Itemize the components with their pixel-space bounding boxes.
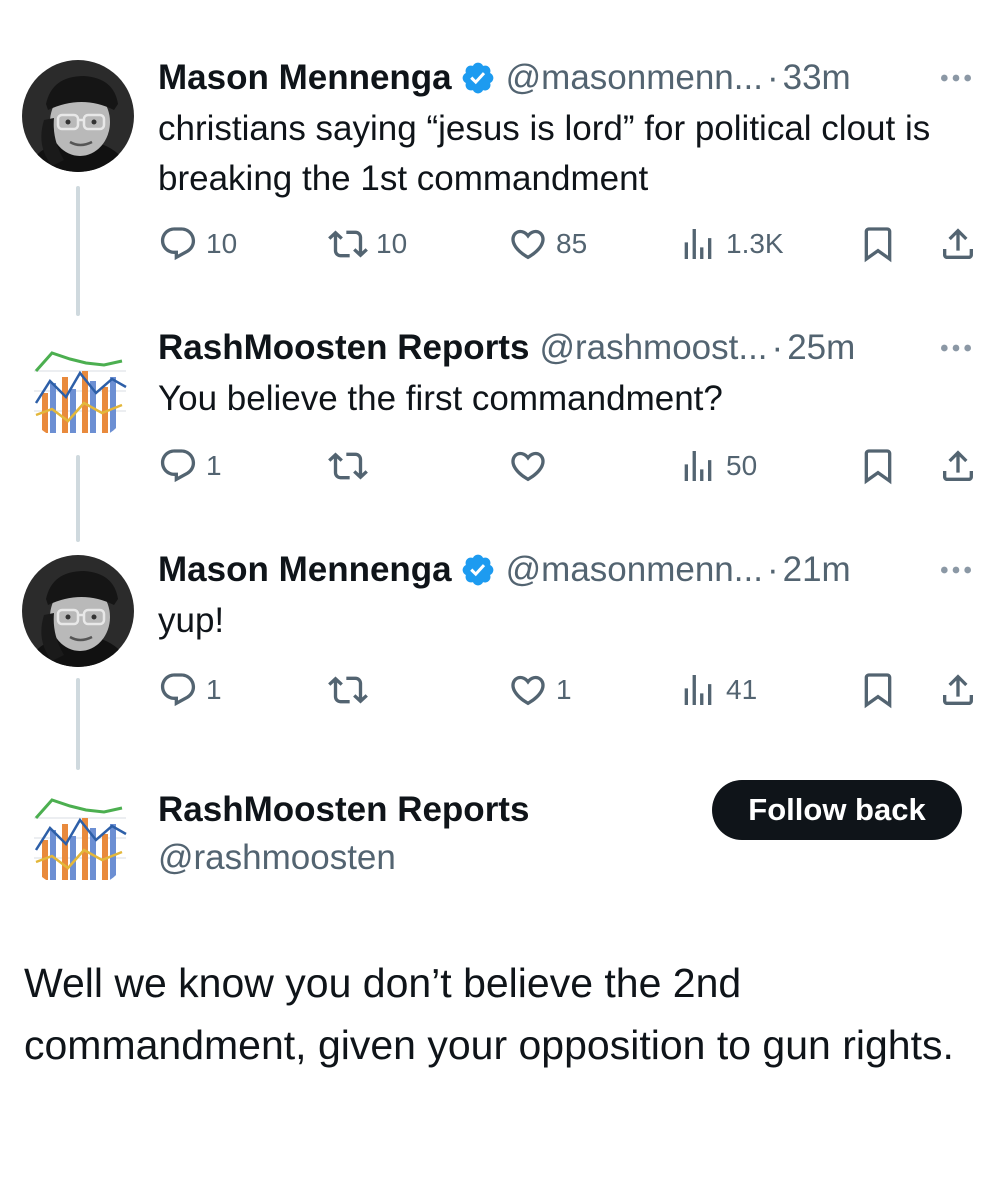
author-name[interactable]: Mason Mennenga (158, 550, 452, 590)
views-button[interactable]: 50 (678, 440, 757, 492)
author-name[interactable]: RashMoosten Reports (158, 328, 529, 368)
reply-count: 1 (206, 674, 222, 705)
tweet-actions: 1 50 (158, 440, 978, 492)
avatar[interactable] (22, 555, 134, 667)
repost-icon (328, 670, 368, 710)
bookmark-icon (858, 670, 898, 710)
avatar-image (22, 555, 134, 667)
more-icon (936, 550, 976, 590)
tweet-actions: 10 10 85 1.3K (158, 218, 978, 270)
repost-icon (328, 224, 368, 264)
bookmark-icon (858, 446, 898, 486)
avatar-image (22, 778, 134, 890)
share-button[interactable] (938, 664, 978, 716)
like-count: 1 (556, 674, 572, 705)
tweet-header: RashMoosten Reports @rashmoost... · 25m (158, 326, 976, 370)
views-icon (678, 670, 718, 710)
thread-line (76, 455, 80, 542)
timestamp[interactable]: 25m (787, 328, 855, 368)
reply-icon (158, 224, 198, 264)
verified-badge-icon (460, 60, 496, 96)
reply-button[interactable]: 10 (158, 218, 237, 270)
separator-dot: · (771, 328, 784, 367)
avatar[interactable] (22, 778, 134, 890)
timestamp[interactable]: 21m (783, 550, 851, 590)
reply-button[interactable]: 1 (158, 664, 222, 716)
repost-icon (328, 446, 368, 486)
reply-count: 1 (206, 450, 222, 481)
repost-button[interactable] (328, 664, 376, 716)
author-handle[interactable]: @masonmenn... (506, 550, 763, 590)
more-button[interactable] (916, 548, 976, 592)
view-count: 1.3K (726, 228, 784, 259)
avatar-image (22, 331, 134, 443)
tweet-text: christians saying “jesus is lord” for po… (158, 109, 931, 198)
thread-line (76, 186, 80, 316)
author-handle[interactable]: @rashmoost... (539, 328, 767, 368)
author-name[interactable]: Mason Mennenga (158, 58, 452, 98)
timestamp[interactable]: 33m (783, 58, 851, 98)
more-button[interactable] (916, 56, 976, 100)
like-count: 85 (556, 228, 588, 259)
bookmark-button[interactable] (858, 664, 898, 716)
author-handle[interactable]: @masonmenn... (506, 58, 763, 98)
more-icon (936, 328, 976, 368)
tweet-header: Mason Mennenga @masonmenn... · 21m (158, 548, 976, 592)
tweet-header: Mason Mennenga @masonmenn... · 33m (158, 56, 976, 100)
repost-button[interactable] (328, 440, 376, 492)
view-count: 41 (726, 674, 758, 705)
reply-count: 10 (206, 228, 238, 259)
avatar[interactable] (22, 331, 134, 443)
reply-author-handle[interactable]: @rashmoosten (158, 836, 396, 880)
like-button[interactable]: 85 (508, 218, 587, 270)
follow-back-button[interactable]: Follow back (712, 780, 962, 840)
share-icon (938, 446, 978, 486)
separator-dot: · (766, 550, 779, 589)
more-icon (936, 58, 976, 98)
views-icon (678, 446, 718, 486)
share-icon (938, 224, 978, 264)
reply-text: Well we know you don’t believe the 2nd c… (24, 960, 954, 1068)
views-icon (678, 224, 718, 264)
thread-line (76, 678, 80, 770)
reply-icon (158, 446, 198, 486)
tweet-actions: 1 1 41 (158, 664, 978, 716)
views-button[interactable]: 41 (678, 664, 757, 716)
views-button[interactable]: 1.3K (678, 218, 784, 270)
reply-author-name[interactable]: RashMoosten Reports (158, 788, 529, 832)
like-icon (508, 670, 548, 710)
bookmark-button[interactable] (858, 440, 898, 492)
bookmark-button[interactable] (858, 218, 898, 270)
bookmark-icon (858, 224, 898, 264)
like-button[interactable]: 1 (508, 664, 572, 716)
reply-icon (158, 670, 198, 710)
avatar-image (22, 60, 134, 172)
share-icon (938, 670, 978, 710)
reply-button[interactable]: 1 (158, 440, 222, 492)
like-icon (508, 446, 548, 486)
separator-dot: · (766, 58, 779, 97)
repost-count: 10 (376, 228, 408, 259)
tweet-text: You believe the first commandment? (158, 379, 723, 418)
like-icon (508, 224, 548, 264)
verified-badge-icon (460, 552, 496, 588)
tweet-text: yup! (158, 601, 225, 640)
avatar[interactable] (22, 60, 134, 172)
view-count: 50 (726, 450, 758, 481)
like-button[interactable] (508, 440, 556, 492)
share-button[interactable] (938, 440, 978, 492)
share-button[interactable] (938, 218, 978, 270)
more-button[interactable] (916, 326, 976, 370)
repost-button[interactable]: 10 (328, 218, 407, 270)
